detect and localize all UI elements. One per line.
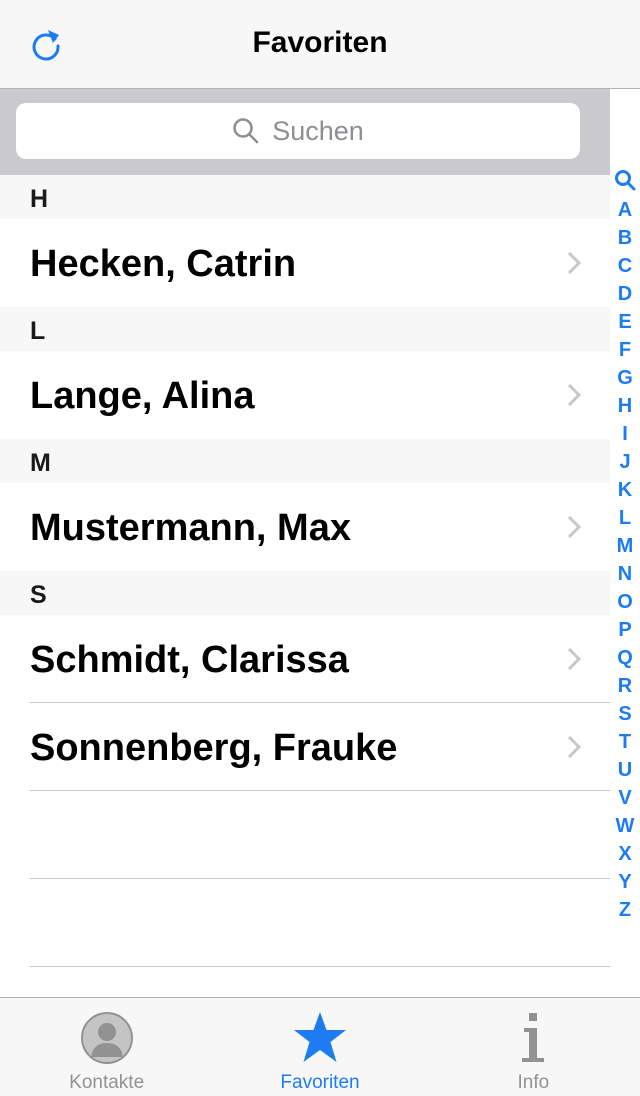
index-search-icon[interactable] [613,168,637,192]
section-header-l: L [0,307,610,351]
tab-contacts[interactable]: Kontakte [0,998,213,1096]
chevron-right-icon [567,383,582,407]
index-letter[interactable]: R [618,672,632,700]
index-letter[interactable]: Q [617,644,633,672]
index-letter[interactable]: Z [619,896,631,924]
list-item[interactable]: Mustermann, Max [0,483,610,571]
empty-row [0,879,610,967]
index-letter[interactable]: G [617,364,633,392]
index-letter[interactable]: B [618,224,632,252]
section-index[interactable]: A B C D E F G H I J K L M N O P Q R S T … [610,168,640,924]
chevron-right-icon [567,515,582,539]
index-letter[interactable]: T [619,728,631,756]
index-letter[interactable]: H [618,392,632,420]
tab-info[interactable]: Info [427,998,640,1096]
contact-name: Mustermann, Max [30,507,351,549]
index-letter[interactable]: C [618,252,632,280]
index-letter[interactable]: A [618,196,632,224]
section-header-h: H [0,175,610,219]
index-letter[interactable]: S [618,700,631,728]
list-item[interactable]: Lange, Alina [0,351,610,439]
index-letter[interactable]: V [618,784,631,812]
section-header-s: S [0,571,610,615]
navigation-bar: Favoriten [0,0,640,89]
contact-name: Sonnenberg, Frauke [30,727,398,769]
tab-favorites-label: Favoriten [280,1072,360,1093]
empty-row [0,791,610,879]
contact-name: Schmidt, Clarissa [30,639,349,681]
index-letter[interactable]: O [617,588,633,616]
index-letter[interactable]: L [619,504,631,532]
tab-favorites[interactable]: Favoriten [213,998,426,1096]
index-letter[interactable]: D [618,280,632,308]
index-letter[interactable]: W [616,812,635,840]
list-item[interactable]: Sonnenberg, Frauke [0,703,610,791]
search-bar: Suchen [0,89,610,175]
info-icon [522,1013,545,1062]
search-icon [233,118,259,144]
contact-name: Hecken, Catrin [30,243,297,285]
list-item[interactable]: Hecken, Catrin [0,219,610,307]
search-placeholder: Suchen [272,115,364,146]
index-letter[interactable]: U [618,756,632,784]
index-letter[interactable]: E [618,308,631,336]
list-item[interactable]: Schmidt, Clarissa [0,615,610,703]
index-letter[interactable]: N [618,560,632,588]
chevron-right-icon [567,251,582,275]
contacts-icon [80,1012,133,1064]
index-letter[interactable]: J [619,448,630,476]
chevron-right-icon [567,735,582,759]
index-letter[interactable]: X [618,840,631,868]
section-header-m: M [0,439,610,483]
favorites-list: H Hecken, Catrin L Lange, Alina M Muster… [0,175,610,967]
search-input[interactable]: Suchen [16,103,580,159]
index-letter[interactable]: Y [618,868,631,896]
tab-bar: Kontakte Favoriten Info [0,997,640,1096]
index-letter[interactable]: I [622,420,628,448]
index-letter[interactable]: M [617,532,634,560]
contact-name: Lange, Alina [30,375,255,417]
star-icon [293,1012,346,1062]
index-letter[interactable]: P [618,616,631,644]
tab-contacts-label: Kontakte [69,1072,145,1093]
index-letter[interactable]: F [619,336,631,364]
chevron-right-icon [567,647,582,671]
index-letter[interactable]: K [618,476,632,504]
page-title: Favoriten [252,26,388,59]
tab-info-label: Info [517,1072,550,1093]
